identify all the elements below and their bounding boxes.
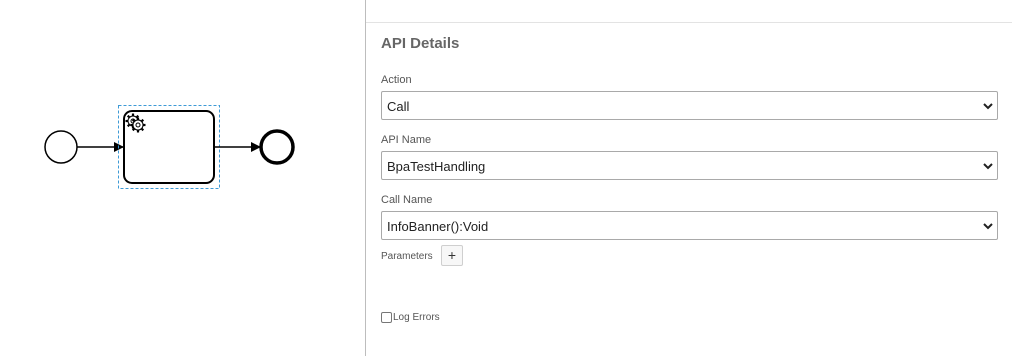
action-label: Action <box>381 74 412 86</box>
end-event[interactable] <box>259 129 295 165</box>
start-event[interactable] <box>44 130 78 164</box>
api-name-select[interactable]: BpaTestHandling <box>381 151 998 180</box>
panel-header-bar <box>366 0 1012 23</box>
action-select[interactable]: Call <box>381 91 998 120</box>
log-errors-checkbox[interactable] <box>381 312 392 323</box>
call-name-select[interactable]: InfoBanner():Void <box>381 211 998 240</box>
action-select-value: Call <box>387 99 410 114</box>
add-parameter-button[interactable]: + <box>441 245 463 266</box>
app-root: API Details Action Call API Name BpaTest… <box>0 0 1012 356</box>
panel-title: API Details <box>381 35 460 52</box>
bpmn-diagram <box>44 105 295 189</box>
api-name-select-value: BpaTestHandling <box>387 159 486 174</box>
properties-panel: API Details Action Call API Name BpaTest… <box>365 0 1012 356</box>
call-name-label: Call Name <box>381 194 433 206</box>
log-errors-label[interactable]: Log Errors <box>393 312 440 323</box>
chevron-down-icon <box>983 103 993 110</box>
parameters-label: Parameters <box>381 251 433 262</box>
chevron-down-icon <box>983 223 993 230</box>
call-name-select-value: InfoBanner():Void <box>387 219 489 234</box>
api-name-label: API Name <box>381 134 432 146</box>
chevron-down-icon <box>983 163 993 170</box>
bpmn-canvas[interactable] <box>0 0 365 356</box>
